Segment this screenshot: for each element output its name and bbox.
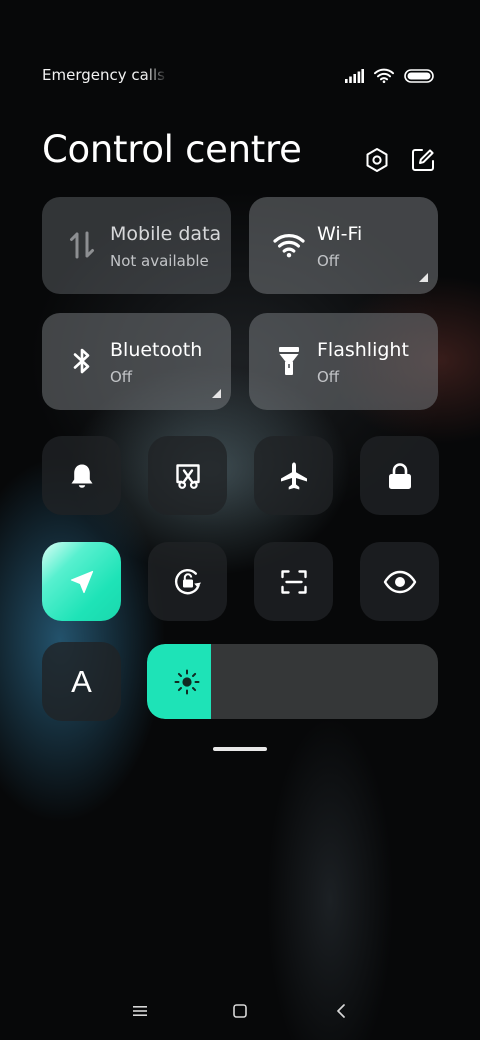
carrier-text: Emergency calls only: [42, 66, 168, 84]
bluetooth-tile[interactable]: Bluetooth Off: [42, 313, 231, 410]
eye-icon: [383, 570, 416, 593]
battery-icon: [404, 68, 434, 83]
brightness-slider[interactable]: [147, 644, 438, 719]
wifi-label: Wi-Fi: [317, 223, 363, 245]
rotation-lock-toggle[interactable]: [148, 542, 227, 621]
back-icon: [337, 1004, 345, 1018]
flashlight-label: Flashlight: [317, 339, 409, 361]
bluetooth-icon: [73, 348, 90, 374]
mobile-data-tile[interactable]: Mobile data Not available: [42, 197, 231, 294]
navigation-bar: [0, 995, 480, 1027]
flashlight-tile[interactable]: Flashlight Off: [249, 313, 438, 410]
mobile-data-status: Not available: [110, 252, 209, 270]
mobile-data-label: Mobile data: [110, 223, 222, 245]
signal-icon: [345, 68, 364, 83]
scanner-icon: [280, 569, 307, 594]
lock-icon: [388, 462, 411, 489]
home-icon: [233, 1004, 247, 1018]
scanner-toggle[interactable]: [254, 542, 333, 621]
bluetooth-label: Bluetooth: [110, 339, 203, 361]
wifi-icon: [273, 234, 305, 258]
settings-icon: [366, 148, 388, 172]
home-button[interactable]: [224, 995, 256, 1027]
drag-handle[interactable]: [213, 747, 267, 751]
bluetooth-status: Off: [110, 368, 133, 386]
wifi-expand-indicator[interactable]: [419, 273, 428, 282]
status-icons: [344, 68, 434, 83]
reading-mode-toggle[interactable]: [360, 542, 439, 621]
mobile-data-icon: [70, 231, 94, 259]
flashlight-status: Off: [317, 368, 340, 386]
page-title: Control centre: [42, 128, 302, 171]
wifi-tile[interactable]: Wi-Fi Off: [249, 197, 438, 294]
menu-icon: [133, 1006, 147, 1016]
location-toggle[interactable]: [42, 542, 121, 621]
text-size-button[interactable]: A: [42, 642, 121, 721]
lock-screen-toggle[interactable]: [360, 436, 439, 515]
flashlight-icon: [279, 347, 299, 375]
location-icon: [70, 570, 93, 593]
edit-icon: [412, 149, 434, 171]
bell-icon: [71, 464, 92, 488]
edit-button[interactable]: [408, 145, 438, 175]
airplane-icon: [280, 462, 307, 489]
bluetooth-expand-indicator[interactable]: [212, 389, 221, 398]
back-button[interactable]: [325, 995, 357, 1027]
rotation-lock-icon: [174, 568, 201, 594]
status-bar: Emergency calls only: [42, 64, 434, 88]
airplane-mode-toggle[interactable]: [254, 436, 333, 515]
text-size-label: A: [71, 663, 92, 699]
screenshot-toggle[interactable]: [148, 436, 227, 515]
recents-button[interactable]: [124, 995, 156, 1027]
wifi-status: Off: [317, 252, 340, 270]
ringer-toggle[interactable]: [42, 436, 121, 515]
settings-button[interactable]: [362, 145, 392, 175]
screenshot-icon: [175, 463, 200, 489]
wifi-icon: [374, 68, 394, 83]
brightness-icon: [174, 669, 200, 695]
